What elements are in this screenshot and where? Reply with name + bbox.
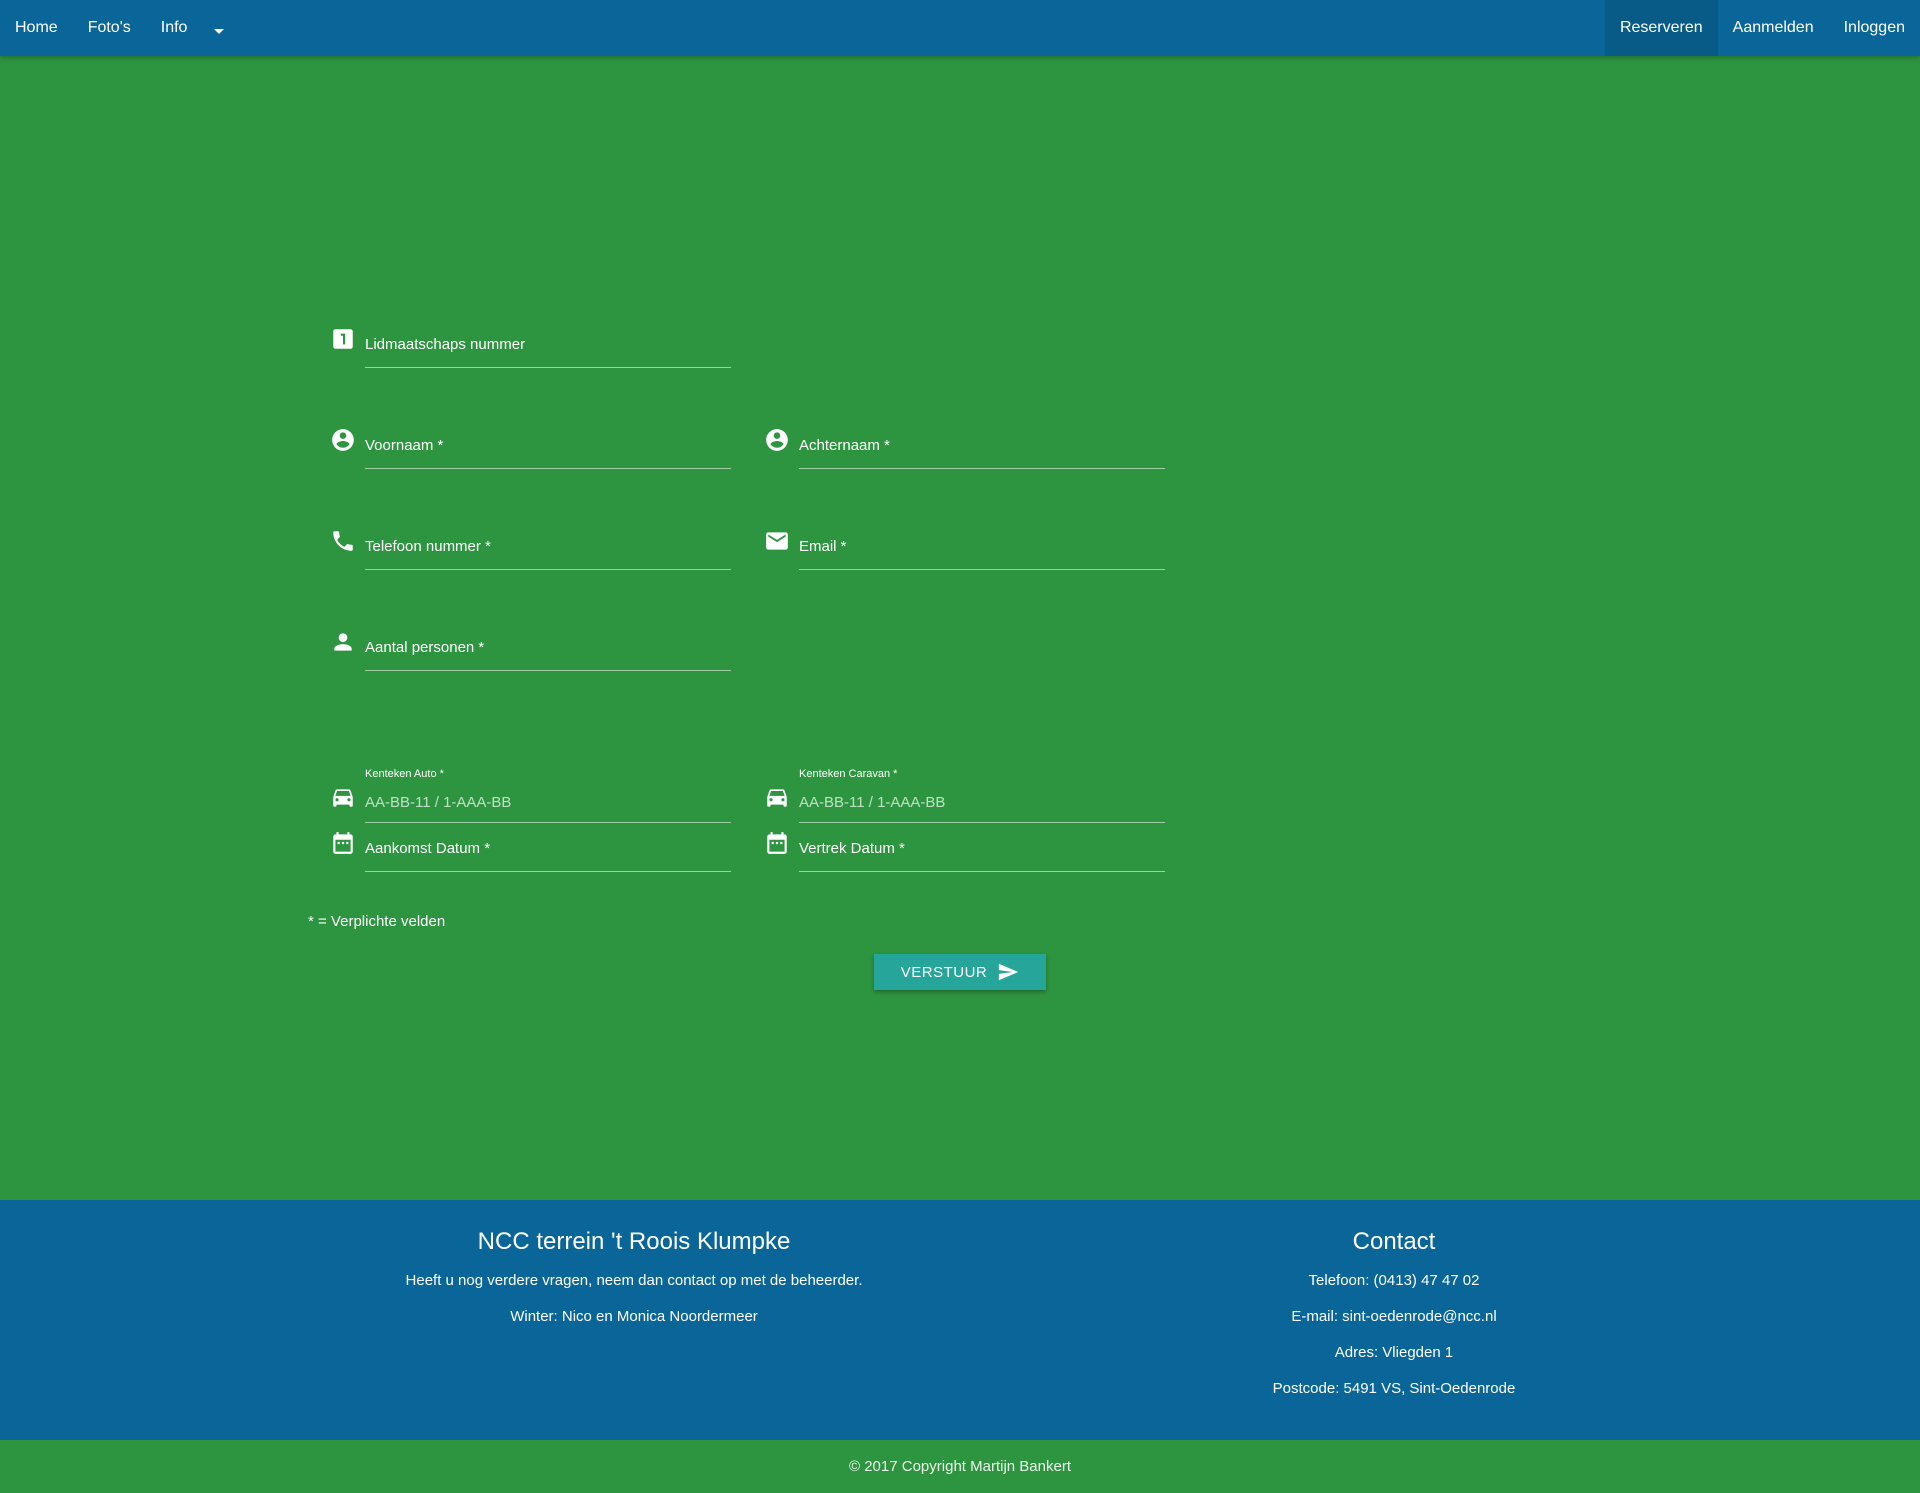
caret-down-icon	[214, 28, 225, 34]
persons-input[interactable]	[365, 641, 731, 671]
car-icon	[330, 784, 356, 810]
looks-one-icon	[330, 326, 356, 352]
footer-about-title: NCC terrein 't Roois Klumpke	[477, 1228, 791, 1255]
footer-about-text: Heeft u nog verdere vragen, neem dan con…	[405, 1272, 863, 1289]
footer-about: NCC terrein 't Roois Klumpke Heeft u nog…	[284, 1228, 984, 1344]
email-input[interactable]	[799, 540, 1165, 570]
footer-contact: Contact Telefoon: (0413) 47 47 02 E-mail…	[1144, 1228, 1644, 1416]
account-circle-icon	[764, 427, 790, 453]
footer-postcode: Postcode: 5491 VS, Sint-Oedenrode	[1272, 1380, 1516, 1397]
car-plate-field: Kenteken Auto *	[330, 711, 762, 823]
car-plate-label: Kenteken Auto *	[365, 768, 444, 780]
nav-photos-link[interactable]: Foto's	[73, 0, 146, 56]
footer-email: E-mail: sint-oedenrode@ncc.nl	[1291, 1308, 1497, 1325]
top-navbar: Home Foto's Info Reserveren Aanmelden In…	[0, 0, 1920, 56]
nav-register-link[interactable]: Aanmelden	[1718, 0, 1829, 56]
departure-date-input[interactable]	[799, 842, 1165, 872]
nav-login-link[interactable]: Inloggen	[1829, 0, 1920, 56]
persons-field: Aantal personen *	[330, 629, 762, 699]
footer: NCC terrein 't Roois Klumpke Heeft u nog…	[0, 1200, 1920, 1440]
person-icon	[330, 629, 356, 655]
departure-date-field: Vertrek Datum *	[764, 830, 1196, 900]
footer-winter-contact: Winter: Nico en Monica Noordermeer	[510, 1308, 758, 1325]
arrival-date-field: Aankomst Datum *	[330, 830, 762, 900]
copyright-text: © 2017 Copyright Martijn Bankert	[849, 1458, 1071, 1475]
phone-field: Telefoon nummer *	[330, 528, 762, 598]
nav-home-link[interactable]: Home	[0, 0, 73, 56]
required-fields-note: * = Verplichte velden	[308, 913, 446, 930]
phone-input[interactable]	[365, 540, 731, 570]
lastname-field: Achternaam *	[764, 427, 1196, 497]
caravan-plate-label: Kenteken Caravan *	[799, 768, 898, 780]
firstname-input[interactable]	[365, 439, 731, 469]
footer-address: Adres: Vliegden 1	[1334, 1344, 1454, 1361]
mail-icon	[764, 528, 790, 554]
account-circle-icon	[330, 427, 356, 453]
calendar-icon	[330, 830, 356, 856]
phone-icon	[330, 528, 356, 554]
reservation-form: Lidmaatschaps nummer Voornaam * Achterna…	[0, 56, 1920, 1200]
membership-input[interactable]	[365, 338, 731, 368]
arrival-date-input[interactable]	[365, 842, 731, 872]
calendar-icon	[764, 830, 790, 856]
submit-button[interactable]: VERSTUUR	[874, 954, 1046, 990]
nav-info-link[interactable]: Info	[146, 0, 203, 56]
email-field: Email *	[764, 528, 1196, 598]
footer-phone: Telefoon: (0413) 47 47 02	[1308, 1272, 1480, 1289]
copyright-bar: © 2017 Copyright Martijn Bankert	[0, 1440, 1920, 1493]
nav-left: Home Foto's Info	[0, 0, 234, 56]
membership-field: Lidmaatschaps nummer	[330, 326, 762, 396]
submit-button-label: VERSTUUR	[900, 963, 988, 981]
firstname-field: Voornaam *	[330, 427, 762, 497]
send-icon	[999, 963, 1019, 981]
caravan-plate-field: Kenteken Caravan *	[764, 711, 1196, 823]
nav-reserve-link[interactable]: Reserveren	[1604, 0, 1718, 56]
nav-dropdown-toggle[interactable]	[202, 0, 234, 56]
lastname-input[interactable]	[799, 439, 1165, 469]
nav-right: Reserveren Aanmelden Inloggen	[1604, 0, 1920, 56]
car-icon	[764, 784, 790, 810]
car-plate-input[interactable]	[365, 783, 731, 823]
caravan-plate-input[interactable]	[799, 783, 1165, 823]
footer-contact-title: Contact	[1352, 1228, 1436, 1255]
